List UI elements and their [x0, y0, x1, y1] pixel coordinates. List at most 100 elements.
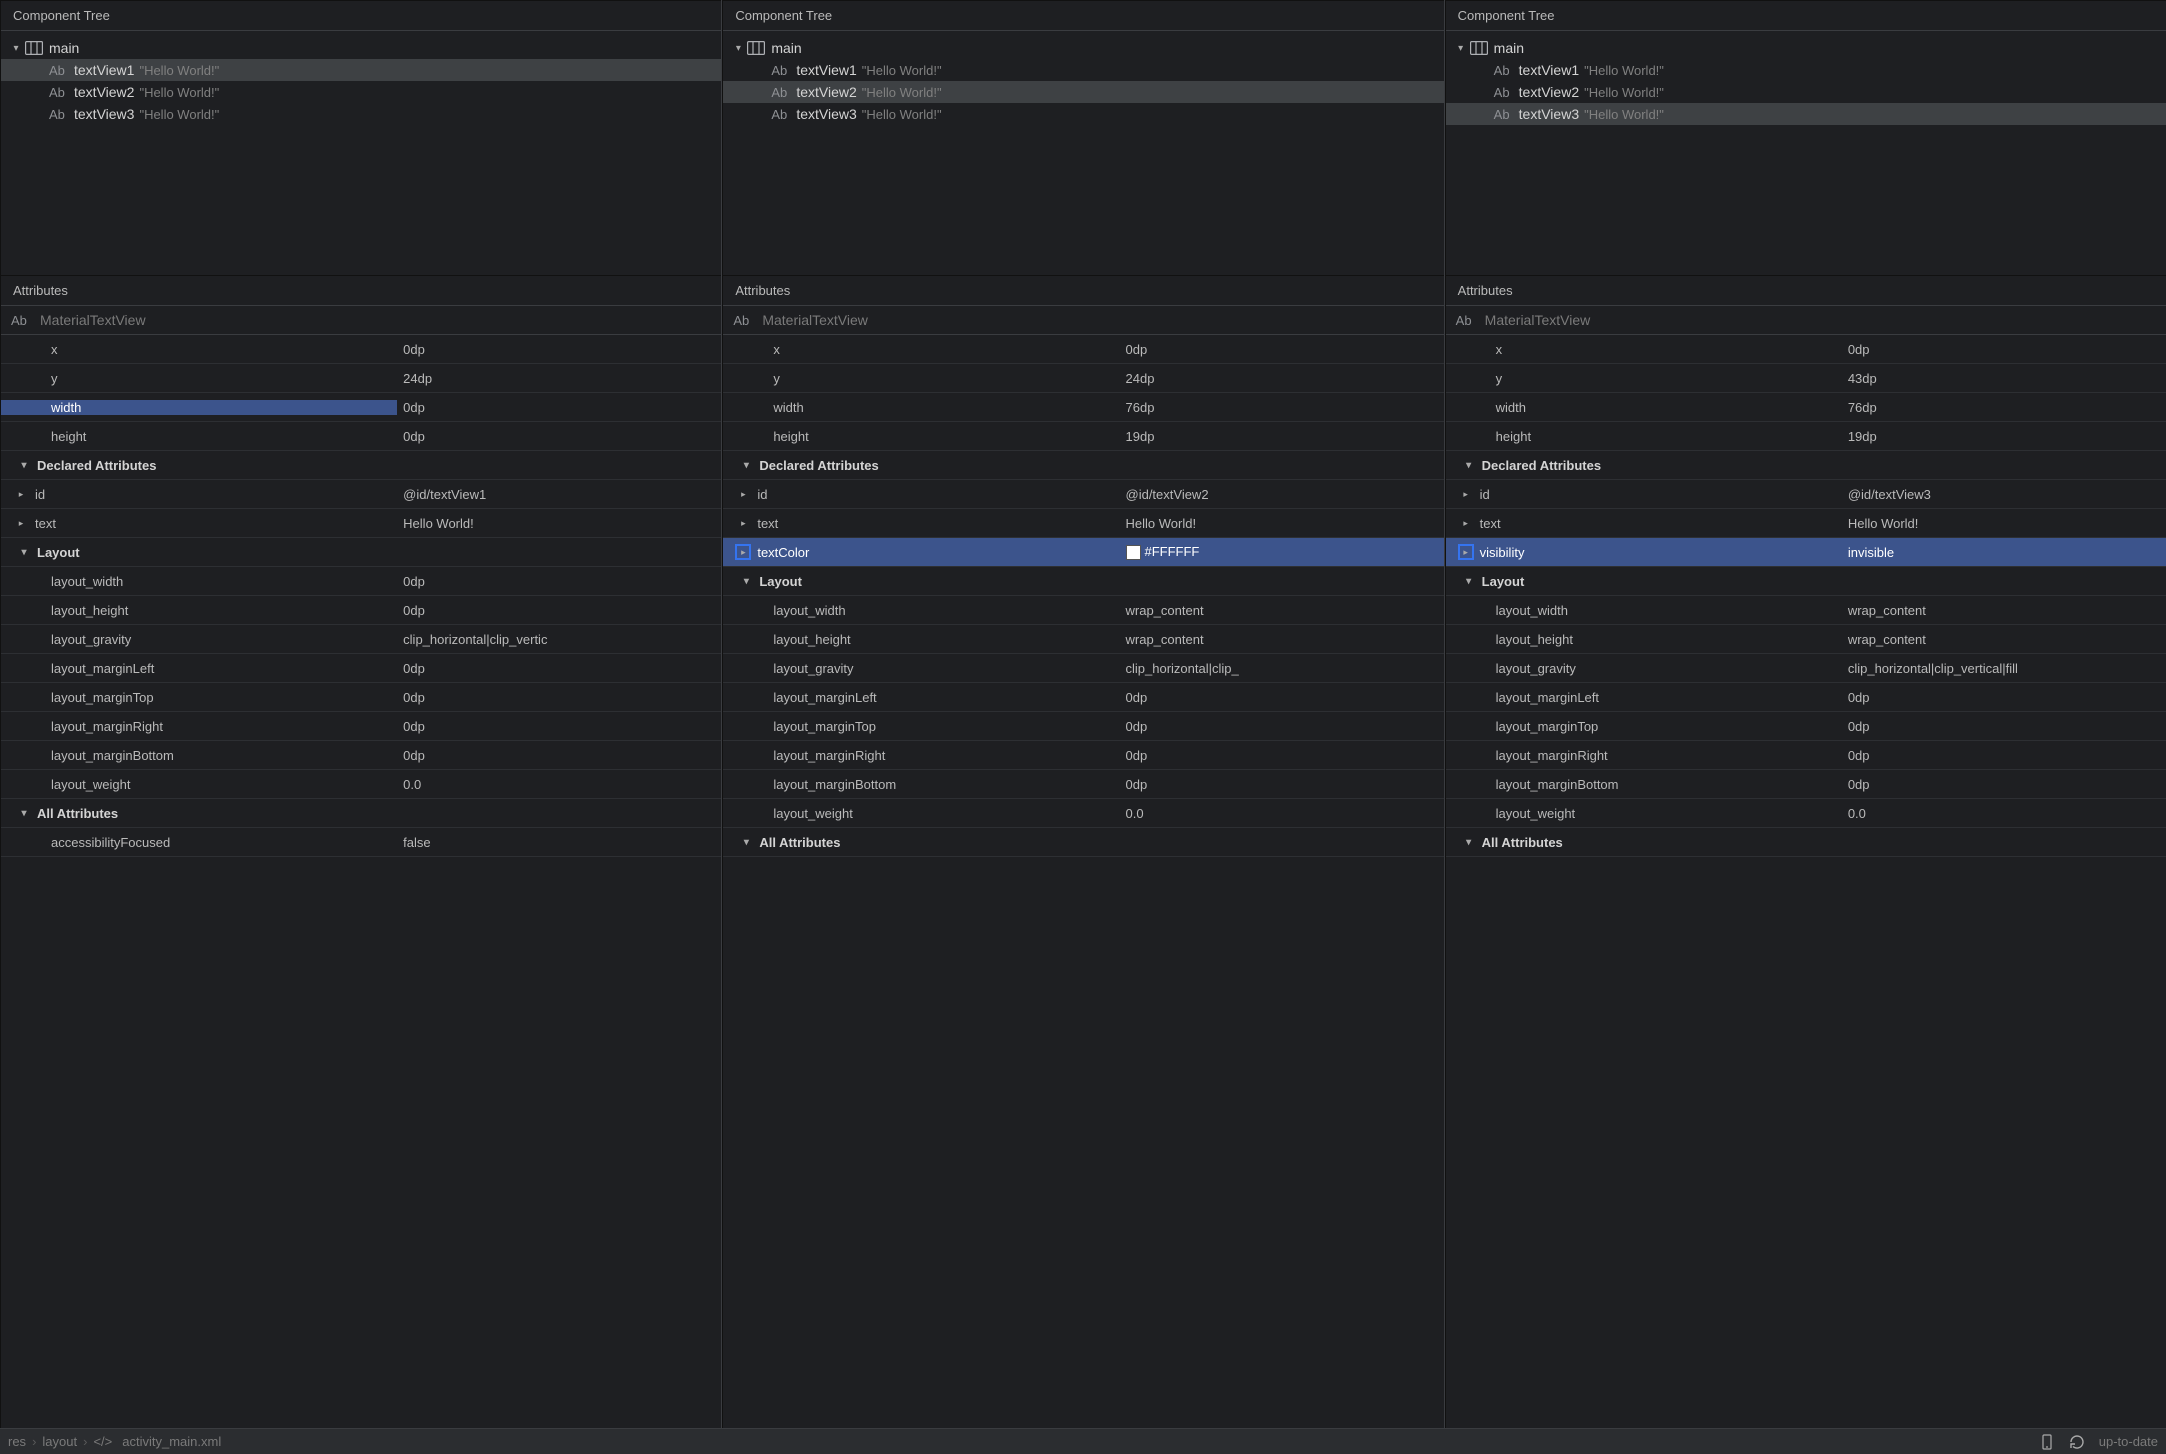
attribute-row[interactable]: layout_heightwrap_content [1446, 625, 2166, 654]
chevron-down-icon[interactable]: ▾ [1462, 460, 1476, 471]
attribute-row[interactable]: ▸textHello World! [1446, 509, 2166, 538]
tree-node-textview[interactable]: Ab textView2 "Hello World!" [723, 81, 1443, 103]
attribute-row[interactable]: layout_marginTop0dp [1, 683, 721, 712]
tree-node-root[interactable]: ▾ main [723, 37, 1443, 59]
attribute-row[interactable]: height19dp [1446, 422, 2166, 451]
attribute-row[interactable]: layout_marginLeft0dp [723, 683, 1443, 712]
attribute-row[interactable]: layout_marginRight0dp [1, 712, 721, 741]
attribute-group-header[interactable]: ▾Layout [1, 538, 721, 567]
attribute-group-header[interactable]: ▾Declared Attributes [1, 451, 721, 480]
attribute-group-header[interactable]: ▾Declared Attributes [723, 451, 1443, 480]
attribute-group-header[interactable]: ▾All Attributes [1, 799, 721, 828]
chevron-right-icon[interactable]: ▸ [1458, 544, 1474, 560]
attribute-row[interactable]: layout_gravityclip_horizontal|clip_ [723, 654, 1443, 683]
attribute-row[interactable]: height19dp [723, 422, 1443, 451]
attribute-row[interactable]: layout_height0dp [1, 596, 721, 625]
attribute-row[interactable]: layout_marginLeft0dp [1, 654, 721, 683]
chevron-down-icon[interactable]: ▾ [17, 547, 31, 558]
attribute-row[interactable]: layout_width0dp [1, 567, 721, 596]
attribute-row[interactable]: layout_widthwrap_content [1446, 596, 2166, 625]
chevron-right-icon[interactable]: ▸ [13, 515, 29, 531]
chevron-down-icon[interactable]: ▾ [739, 837, 753, 848]
color-swatch [1126, 545, 1141, 560]
crumb-layout[interactable]: layout [42, 1434, 77, 1449]
tree-node-root[interactable]: ▾ main [1446, 37, 2166, 59]
attribute-row[interactable]: layout_marginBottom0dp [723, 770, 1443, 799]
attribute-key: layout_marginRight [51, 719, 163, 734]
attribute-row[interactable]: ▸textColor#FFFFFF [723, 538, 1443, 567]
tree-node-textview[interactable]: Ab textView3 "Hello World!" [1446, 103, 2166, 125]
tree-node-textview[interactable]: Ab textView3 "Hello World!" [723, 103, 1443, 125]
attribute-row[interactable]: ▸id@id/textView2 [723, 480, 1443, 509]
refresh-icon[interactable] [2069, 1434, 2085, 1450]
attribute-group-header[interactable]: ▾Declared Attributes [1446, 451, 2166, 480]
attribute-row[interactable]: layout_gravityclip_horizontal|clip_verti… [1, 625, 721, 654]
attribute-key: id [35, 487, 45, 502]
attribute-row[interactable]: layout_heightwrap_content [723, 625, 1443, 654]
attribute-row[interactable]: ▸id@id/textView3 [1446, 480, 2166, 509]
attribute-row[interactable]: layout_marginTop0dp [1446, 712, 2166, 741]
attribute-group-header[interactable]: ▾All Attributes [1446, 828, 2166, 857]
crumb-res[interactable]: res [8, 1434, 26, 1449]
attribute-row[interactable]: layout_marginRight0dp [723, 741, 1443, 770]
chevron-down-icon[interactable]: ▾ [1454, 43, 1468, 54]
chevron-right-icon[interactable]: ▸ [735, 515, 751, 531]
tree-node-root[interactable]: ▾ main [1, 37, 721, 59]
breadcrumb-bar: res › layout › </> activity_main.xml up-… [0, 1428, 2166, 1454]
chevron-down-icon[interactable]: ▾ [739, 576, 753, 587]
attribute-row[interactable]: layout_widthwrap_content [723, 596, 1443, 625]
chevron-right-icon[interactable]: ▸ [735, 486, 751, 502]
chevron-down-icon[interactable]: ▾ [739, 460, 753, 471]
attribute-row[interactable]: accessibilityFocusedfalse [1, 828, 721, 857]
attribute-row[interactable]: layout_weight0.0 [1, 770, 721, 799]
attribute-row[interactable]: width76dp [1446, 393, 2166, 422]
attribute-row[interactable]: y24dp [1, 364, 721, 393]
attribute-row[interactable]: layout_marginBottom0dp [1, 741, 721, 770]
tree-node-textview[interactable]: Ab textView3 "Hello World!" [1, 103, 721, 125]
attribute-value: Hello World! [1848, 516, 1919, 531]
attribute-row[interactable]: ▸visibilityinvisible [1446, 538, 2166, 567]
tree-node-textview[interactable]: Ab textView2 "Hello World!" [1, 81, 721, 103]
chevron-down-icon[interactable]: ▾ [1462, 576, 1476, 587]
attribute-group-header[interactable]: ▾Layout [723, 567, 1443, 596]
attribute-row[interactable]: layout_weight0.0 [723, 799, 1443, 828]
chevron-right-icon[interactable]: ▸ [13, 486, 29, 502]
chevron-right-icon[interactable]: ▸ [735, 544, 751, 560]
crumb-file[interactable]: activity_main.xml [122, 1434, 221, 1449]
attribute-row[interactable]: layout_marginLeft0dp [1446, 683, 2166, 712]
attribute-row[interactable]: x0dp [723, 335, 1443, 364]
attribute-row[interactable]: y43dp [1446, 364, 2166, 393]
attribute-group-header[interactable]: ▾All Attributes [723, 828, 1443, 857]
attribute-row[interactable]: ▸id@id/textView1 [1, 480, 721, 509]
tree-node-textview[interactable]: Ab textView2 "Hello World!" [1446, 81, 2166, 103]
attribute-row[interactable]: height0dp [1, 422, 721, 451]
device-icon[interactable] [2039, 1434, 2055, 1450]
tree-node-textview[interactable]: Ab textView1 "Hello World!" [723, 59, 1443, 81]
chevron-right-icon[interactable]: ▸ [1458, 515, 1474, 531]
attribute-row[interactable]: layout_gravityclip_horizontal|clip_verti… [1446, 654, 2166, 683]
attribute-row[interactable]: layout_marginTop0dp [723, 712, 1443, 741]
attribute-value: 0dp [1126, 777, 1148, 792]
chevron-down-icon[interactable]: ▾ [731, 43, 745, 54]
tree-node-textview[interactable]: Ab textView1 "Hello World!" [1446, 59, 2166, 81]
attribute-row[interactable]: layout_marginRight0dp [1446, 741, 2166, 770]
chevron-right-icon[interactable]: ▸ [1458, 486, 1474, 502]
code-file-icon: </> [93, 1434, 112, 1449]
attribute-row[interactable]: width76dp [723, 393, 1443, 422]
chevron-down-icon[interactable]: ▾ [9, 43, 23, 54]
attribute-row[interactable]: y24dp [723, 364, 1443, 393]
attribute-value: 0dp [1848, 690, 1870, 705]
attribute-group-header[interactable]: ▾Layout [1446, 567, 2166, 596]
attribute-key: layout_gravity [773, 661, 853, 676]
attribute-row[interactable]: ▸textHello World! [1, 509, 721, 538]
tree-node-textview[interactable]: Ab textView1 "Hello World!" [1, 59, 721, 81]
attribute-row[interactable]: ▸textHello World! [723, 509, 1443, 538]
chevron-down-icon[interactable]: ▾ [17, 808, 31, 819]
attribute-row[interactable]: layout_marginBottom0dp [1446, 770, 2166, 799]
attribute-row[interactable]: x0dp [1, 335, 721, 364]
chevron-down-icon[interactable]: ▾ [1462, 837, 1476, 848]
attribute-row[interactable]: x0dp [1446, 335, 2166, 364]
attribute-row[interactable]: layout_weight0.0 [1446, 799, 2166, 828]
chevron-down-icon[interactable]: ▾ [17, 460, 31, 471]
attribute-row[interactable]: width0dp [1, 393, 721, 422]
